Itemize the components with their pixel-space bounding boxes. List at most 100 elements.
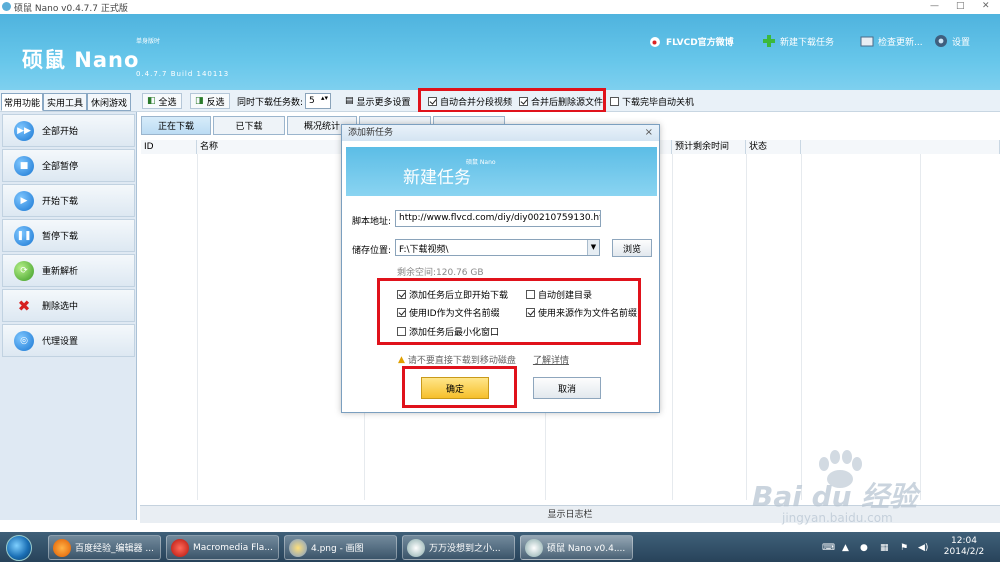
keyboard-icon[interactable]: ⌨: [822, 543, 835, 553]
version-label: 0.4.7.7 Build 140113: [136, 70, 230, 78]
system-clock[interactable]: 12:04 2014/2/2: [938, 536, 990, 558]
tab-games[interactable]: 休闲游戏: [87, 93, 131, 111]
banner-title: 新建任务: [403, 168, 471, 188]
more-settings-button[interactable]: ▤ 显示更多设置: [341, 93, 415, 109]
stop-icon: ■: [14, 155, 34, 176]
auto-shutdown-label: 下载完毕自动关机: [622, 98, 695, 108]
taskbar-item-nano[interactable]: 硕鼠 Nano v0.4....: [520, 535, 633, 560]
sidebar-item-delete[interactable]: ✖ 删除选中: [2, 289, 135, 322]
highlight-box: [377, 278, 641, 345]
tab-common[interactable]: 常用功能: [1, 93, 43, 111]
storage-label: 储存位置:: [352, 246, 392, 256]
globe-icon: ◎: [14, 330, 34, 351]
new-task-button[interactable]: 新建下载任务: [762, 34, 834, 48]
check-update-button[interactable]: 检查更新...: [860, 34, 923, 48]
gear-icon: [934, 34, 948, 48]
invert-label: 反选: [206, 97, 225, 108]
app-icon: [2, 2, 11, 11]
concurrent-label: 同时下载任务数:: [237, 98, 304, 108]
mouse-app-icon: [525, 538, 543, 557]
warning-icon: ▲: [398, 354, 405, 365]
document-icon: ▤: [345, 96, 354, 106]
storage-path-select[interactable]: F:\下载视频\ ▼: [395, 239, 600, 256]
weibo-link[interactable]: FLVCD官方微博: [648, 34, 734, 48]
dialog-banner: 硕鼠 Nano 新建任务: [346, 147, 657, 196]
auto-shutdown-checkbox[interactable]: 下载完毕自动关机: [610, 95, 694, 108]
tray-expand-icon[interactable]: ▲: [842, 543, 849, 553]
logo: 硕鼠 Nano 单身版时 0.4.7.7 Build 140113: [22, 38, 228, 78]
pause-icon: ❚❚: [14, 225, 34, 246]
sidebar-item-label: 开始下载: [42, 197, 79, 207]
network-icon[interactable]: ▦: [880, 543, 889, 553]
app-header: [0, 14, 1000, 90]
taskbar-item-browser[interactable]: 百度经验_编辑器 ...: [48, 535, 161, 560]
sidebar-item-reparse[interactable]: ⟳ 重新解析: [2, 254, 135, 287]
taskbar-item-video[interactable]: 万万没想到之小...: [402, 535, 515, 560]
watermark-brand: Bai du 经验: [752, 480, 918, 513]
flash-icon: [171, 538, 189, 557]
sidebar-item-pause-download[interactable]: ❚❚ 暂停下载: [2, 219, 135, 252]
delete-icon: ✖: [17, 296, 31, 315]
task-label: 百度经验_编辑器 ...: [75, 544, 154, 554]
warning-row: ▲ 请不要直接下载到移动磁盘 了解详情: [398, 353, 569, 367]
tab-tools[interactable]: 实用工具: [43, 93, 87, 111]
invert-icon: ◨: [195, 96, 204, 106]
checkbox-empty-icon: [610, 97, 619, 106]
settings-label: 设置: [952, 37, 971, 48]
start-button[interactable]: [6, 535, 32, 561]
window-titlebar: 硕鼠 Nano v0.4.7.7 正式版 — □ ✕: [0, 0, 1000, 14]
select-all-icon: ◧: [147, 96, 156, 106]
task-label: 4.png - 画图: [311, 544, 364, 554]
close-button[interactable]: ✕: [982, 1, 990, 11]
column-header-status[interactable]: 状态: [746, 140, 801, 154]
clock-time: 12:04: [951, 536, 977, 546]
sidebar-item-start-download[interactable]: ▶ 开始下载: [2, 184, 135, 217]
taskbar-item-flash[interactable]: Macromedia Fla...: [166, 535, 279, 560]
maximize-button[interactable]: □: [956, 1, 965, 11]
minimize-button[interactable]: —: [930, 1, 939, 11]
concurrent-spinner[interactable]: 5 ▴▾: [305, 93, 331, 109]
logo-text: 硕鼠 Nano: [22, 48, 140, 72]
mouse-app-icon: [407, 538, 425, 557]
check-update-label: 检查更新...: [878, 37, 923, 48]
qq-icon[interactable]: ●: [860, 543, 868, 553]
tab-downloaded[interactable]: 已下载: [213, 116, 285, 135]
paint-icon: [289, 538, 307, 557]
column-header-id[interactable]: ID: [141, 140, 197, 154]
script-url-label: 脚本地址:: [352, 217, 392, 227]
tab-downloading[interactable]: 正在下载: [141, 116, 211, 135]
grid-line: [197, 154, 198, 500]
sidebar-item-proxy[interactable]: ◎ 代理设置: [2, 324, 135, 357]
sidebar-item-pause-all[interactable]: ■ 全部暂停: [2, 149, 135, 182]
weibo-icon: [648, 34, 662, 48]
select-all-label: 全选: [158, 97, 177, 108]
more-settings-label: 显示更多设置: [356, 97, 411, 108]
invert-button[interactable]: ◨ 反选: [190, 93, 230, 109]
select-all-button[interactable]: ◧ 全选: [142, 93, 182, 109]
chevron-down-icon: ▼: [587, 240, 599, 255]
dialog-title: 添加新任务: [342, 125, 659, 141]
task-label: 硕鼠 Nano v0.4....: [547, 544, 626, 554]
flag-icon[interactable]: ⚑: [900, 543, 908, 553]
volume-icon[interactable]: ◀): [918, 543, 928, 553]
window-title: 硕鼠 Nano v0.4.7.7 正式版: [14, 4, 128, 14]
highlight-box: [418, 88, 606, 113]
settings-button[interactable]: 设置: [934, 34, 970, 48]
sidebar-item-label: 暂停下载: [42, 232, 79, 242]
browse-button[interactable]: 浏览: [612, 239, 652, 257]
highlight-box: [402, 366, 517, 408]
refresh-icon: ⟳: [14, 260, 34, 281]
play-icon: ▶: [14, 190, 34, 211]
taskbar-item-paint[interactable]: 4.png - 画图: [284, 535, 397, 560]
script-url-input[interactable]: http://www.flvcd.com/diy/diy00210759130.…: [395, 210, 601, 227]
watermark-url: jingyan.baidu.com: [782, 511, 893, 525]
browser-icon: [53, 538, 71, 557]
sidebar-item-label: 全部开始: [42, 127, 79, 137]
sidebar-item-start-all[interactable]: ▶▶ 全部开始: [2, 114, 135, 147]
cancel-button[interactable]: 取消: [533, 377, 601, 399]
learn-more-link[interactable]: 了解详情: [533, 353, 569, 366]
column-header-eta[interactable]: 预计剩余时间: [672, 140, 746, 154]
free-space-label: 剩余空间:120.76 GB: [397, 268, 484, 278]
concurrent-value: 5: [309, 96, 315, 106]
dialog-close-button[interactable]: ×: [645, 127, 653, 138]
